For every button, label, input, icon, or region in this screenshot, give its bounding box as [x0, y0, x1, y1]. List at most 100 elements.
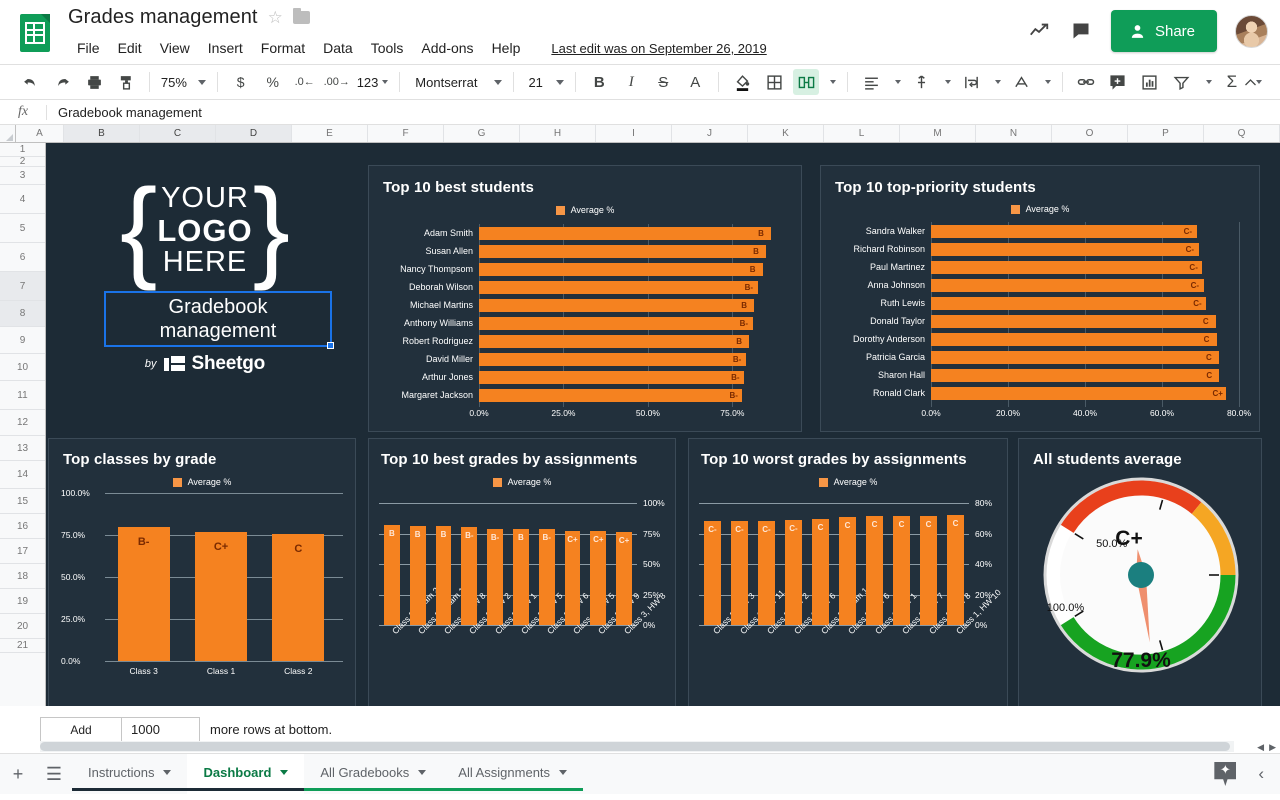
selected-cell[interactable]: Gradebook management [104, 291, 334, 349]
formula-input[interactable]: Gradebook management [47, 105, 1280, 120]
last-edit-link[interactable]: Last edit was on September 26, 2019 [551, 41, 766, 56]
text-rotation-icon[interactable] [1008, 69, 1034, 95]
vertical-align-icon[interactable] [908, 69, 934, 95]
chart-top-10-best-students[interactable]: Top 10 best students Average % Adam Smit… [368, 165, 802, 432]
row-header-5[interactable]: 5 [0, 214, 45, 243]
font-size-selector[interactable]: 21 [524, 72, 568, 93]
chart-top-10-best-grades-by-assignments[interactable]: Top 10 best grades by assignments Averag… [368, 438, 676, 706]
row-header-21[interactable]: 21 [0, 639, 45, 653]
chart-top-10-top-priority-students[interactable]: Top 10 top-priority students Average % S… [820, 165, 1260, 432]
number-format-selector[interactable]: 123 [353, 72, 393, 93]
add-rows-input[interactable]: 1000 [122, 716, 200, 743]
column-header-o[interactable]: O [1052, 125, 1128, 142]
avatar[interactable] [1235, 14, 1268, 48]
row-header-8[interactable]: 8 [0, 301, 45, 327]
borders-icon[interactable] [761, 69, 787, 95]
menu-tools[interactable]: Tools [362, 38, 413, 58]
menu-addons[interactable]: Add-ons [412, 38, 482, 58]
row-header-10[interactable]: 10 [0, 354, 45, 381]
chart-top-10-worst-grades-by-assignments[interactable]: Top 10 worst grades by assignments Avera… [688, 438, 1008, 706]
merge-cells-icon[interactable] [793, 69, 820, 95]
selection-fill-handle[interactable] [327, 342, 334, 349]
chevron-down-icon[interactable] [163, 770, 172, 775]
explore-icon[interactable]: ✦ [1214, 762, 1237, 786]
row-header-14[interactable]: 14 [0, 461, 45, 489]
row-header-12[interactable]: 12 [0, 410, 45, 436]
scroll-right-icon[interactable]: ▶ [1269, 742, 1276, 753]
bold-icon[interactable]: B [586, 69, 612, 95]
share-button[interactable]: Share [1110, 10, 1217, 52]
text-color-icon[interactable]: A [682, 69, 708, 95]
insert-link-icon[interactable] [1073, 69, 1099, 95]
column-header-q[interactable]: Q [1204, 125, 1280, 142]
insert-chart-icon[interactable] [1137, 69, 1163, 95]
column-header-e[interactable]: E [292, 125, 368, 142]
column-header-m[interactable]: M [900, 125, 976, 142]
row-header-15[interactable]: 15 [0, 489, 45, 514]
menu-edit[interactable]: Edit [109, 38, 151, 58]
sheet-tab-all-gradebooks[interactable]: All Gradebooks [304, 754, 443, 794]
activity-trend-icon[interactable] [1027, 19, 1051, 43]
collapse-toolbar-icon[interactable] [1237, 69, 1263, 95]
column-header-b[interactable]: B [64, 125, 140, 142]
column-header-k[interactable]: K [748, 125, 824, 142]
sheet-tab-dashboard[interactable]: Dashboard [187, 754, 305, 794]
vertical-align-options[interactable] [937, 77, 955, 87]
chevron-down-icon[interactable] [418, 770, 427, 775]
select-all-corner[interactable] [0, 125, 16, 142]
row-header-11[interactable]: 11 [0, 381, 45, 410]
chevron-left-icon[interactable]: ‹ [1258, 764, 1264, 784]
font-selector[interactable]: Montserrat [411, 72, 505, 93]
row-header-3[interactable]: 3 [0, 167, 45, 185]
comments-icon[interactable] [1069, 19, 1093, 43]
percent-icon[interactable]: % [260, 69, 286, 95]
column-header-n[interactable]: N [976, 125, 1052, 142]
increase-decimal-icon[interactable]: .00→ [324, 69, 350, 95]
column-header-c[interactable]: C [140, 125, 216, 142]
paint-format-icon[interactable] [113, 69, 139, 95]
page-title[interactable]: Grades management [68, 6, 258, 29]
sheet-tab-instructions[interactable]: Instructions [72, 754, 188, 794]
row-header-9[interactable]: 9 [0, 327, 45, 354]
all-sheets-icon[interactable]: ☰ [36, 754, 72, 794]
move-to-folder-icon[interactable] [292, 8, 310, 24]
menu-file[interactable]: File [68, 38, 109, 58]
scroll-left-icon[interactable]: ◀ [1257, 742, 1264, 753]
column-header-g[interactable]: G [444, 125, 520, 142]
strikethrough-icon[interactable]: S [650, 69, 676, 95]
text-wrap-icon[interactable] [958, 69, 984, 95]
filter-options[interactable] [1198, 77, 1216, 87]
star-icon[interactable]: ☆ [268, 9, 283, 26]
chart-all-students-average[interactable]: All students average 50.0% 100.0% C+ 77.9% [1018, 438, 1262, 706]
chart-top-classes-by-grade[interactable]: Top classes by grade Average % 0.0% 25.0%… [48, 438, 356, 706]
row-header-7[interactable]: 7 [0, 272, 45, 301]
filter-icon[interactable] [1169, 69, 1195, 95]
add-rows-button[interactable]: Add [40, 716, 122, 743]
column-header-a[interactable]: A [16, 125, 64, 142]
menu-data[interactable]: Data [314, 38, 362, 58]
row-header-4[interactable]: 4 [0, 185, 45, 214]
row-header-18[interactable]: 18 [0, 564, 45, 589]
row-header-19[interactable]: 19 [0, 589, 45, 614]
menu-help[interactable]: Help [483, 38, 530, 58]
add-sheet-icon[interactable]: + [0, 754, 36, 794]
column-header-l[interactable]: L [824, 125, 900, 142]
text-rotation-options[interactable] [1037, 77, 1055, 87]
insert-comment-icon[interactable] [1105, 69, 1131, 95]
redo-icon[interactable] [49, 69, 75, 95]
column-header-f[interactable]: F [368, 125, 444, 142]
row-header-20[interactable]: 20 [0, 614, 45, 639]
text-wrap-options[interactable] [987, 77, 1005, 87]
horizontal-align-options[interactable] [887, 77, 905, 87]
decrease-decimal-icon[interactable]: .0← [292, 69, 318, 95]
menu-insert[interactable]: Insert [199, 38, 252, 58]
column-header-h[interactable]: H [520, 125, 596, 142]
print-icon[interactable] [81, 69, 107, 95]
undo-icon[interactable] [17, 69, 43, 95]
horizontal-scrollbar[interactable] [40, 741, 1234, 752]
italic-icon[interactable]: I [618, 69, 644, 95]
merge-options[interactable] [822, 77, 840, 87]
menu-format[interactable]: Format [252, 38, 314, 58]
row-header-2[interactable]: 2 [0, 156, 45, 167]
row-header-6[interactable]: 6 [0, 243, 45, 272]
